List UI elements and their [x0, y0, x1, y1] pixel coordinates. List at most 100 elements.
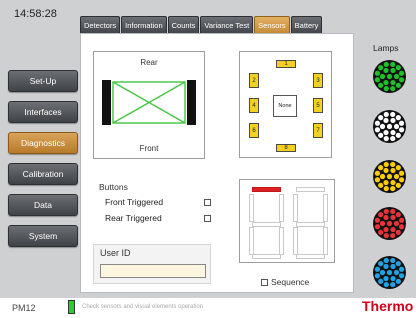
led-dot [398, 177, 405, 183]
led-dot [398, 217, 405, 223]
lamp-green[interactable] [373, 60, 406, 93]
segment-d-digit-2 [296, 254, 325, 259]
lamp-3[interactable]: 3 [313, 73, 323, 88]
led-dot [390, 185, 396, 192]
led-dot [390, 275, 396, 282]
led-dot [383, 61, 389, 68]
seven-segment-display [239, 179, 335, 263]
led-dot [378, 82, 384, 88]
led-dot [383, 111, 389, 118]
led-dot [398, 127, 405, 133]
led-dot [390, 79, 396, 86]
segment-f-digit-1 [249, 194, 254, 222]
led-dot [383, 257, 389, 264]
led-dot [395, 82, 401, 88]
lamp-none[interactable]: None [273, 95, 297, 117]
led-dot [390, 257, 396, 264]
lamp-yellow[interactable] [373, 160, 406, 193]
front-triggered-checkbox[interactable] [204, 199, 211, 206]
led-dot [390, 129, 396, 136]
user-id-group: User ID [93, 244, 211, 284]
sidebar-item-setup[interactable]: Set-Up [8, 70, 78, 92]
lamp-grid: 1 2 3 4 None 5 6 7 8 [239, 51, 332, 158]
led-dot [393, 73, 400, 80]
segment-f-digit-2 [293, 194, 298, 222]
led-dot [374, 224, 381, 230]
sidebar-item-calibration[interactable]: Calibration [8, 163, 78, 185]
led-dot [379, 173, 386, 180]
sequence-control[interactable]: Sequence [261, 277, 309, 287]
app-screen: 14:58:28 Set-Up Interfaces Diagnostics C… [0, 0, 416, 318]
tab-sensors[interactable]: Sensors [254, 16, 290, 34]
lamp-blue[interactable] [373, 256, 406, 289]
segment-c-digit-1 [279, 227, 284, 255]
led-dot [374, 177, 381, 183]
lamp-1[interactable]: 1 [276, 60, 296, 68]
segment-e-digit-2 [293, 227, 298, 255]
sensors-panel: Rear Front 1 2 3 4 None 5 6 7 8 Buttons … [80, 33, 354, 293]
sensor-beam-diagram [112, 81, 186, 124]
led-dot [390, 208, 396, 215]
front-sensor-bar [187, 80, 196, 125]
segment-g-digit-2 [296, 222, 325, 227]
lamp-white-dots [374, 111, 405, 142]
segment-b-digit-2 [323, 194, 328, 222]
led-dot [374, 77, 381, 83]
led-dot [383, 275, 389, 282]
led-dot [398, 273, 405, 279]
sidebar-item-data[interactable]: Data [8, 194, 78, 216]
led-dot [383, 185, 389, 192]
sidebar-item-interfaces[interactable]: Interfaces [8, 101, 78, 123]
rear-triggered-checkbox[interactable] [204, 215, 211, 222]
lamp-4[interactable]: 4 [249, 98, 259, 113]
lamp-red[interactable] [373, 207, 406, 240]
led-dot [390, 161, 396, 168]
led-dot [383, 85, 389, 92]
sequence-checkbox[interactable] [261, 279, 268, 286]
led-dot [390, 117, 396, 124]
led-dot [395, 115, 401, 121]
led-dot [395, 229, 401, 235]
user-id-label: User ID [100, 248, 131, 258]
led-dot [378, 212, 384, 218]
tab-battery[interactable]: Battery [290, 16, 323, 34]
segment-g-digit-1 [252, 222, 281, 227]
led-dot [374, 70, 381, 76]
led-dot [374, 127, 381, 133]
led-dot [390, 232, 396, 239]
model-label: PM12 [12, 303, 36, 313]
led-dot [383, 263, 389, 270]
led-dot [390, 111, 396, 118]
led-dot [393, 220, 400, 227]
sequence-label: Sequence [271, 277, 310, 287]
led-dot [390, 135, 396, 142]
clock: 14:58:28 [14, 8, 57, 20]
led-dot [398, 120, 405, 126]
tab-variance-test[interactable]: Variance Test [200, 16, 254, 34]
lamp-8[interactable]: 8 [276, 144, 296, 152]
lamp-7[interactable]: 7 [313, 123, 323, 138]
user-id-input[interactable] [100, 264, 206, 278]
sidebar-item-diagnostics[interactable]: Diagnostics [8, 132, 78, 154]
segment-a-digit-2 [296, 187, 325, 192]
led-dot [374, 170, 381, 176]
segment-a-digit-1 [252, 187, 281, 192]
lamp-2[interactable]: 2 [249, 73, 259, 88]
lamp-white[interactable] [373, 110, 406, 143]
led-dot [383, 161, 389, 168]
segment-e-digit-1 [249, 227, 254, 255]
tab-detectors[interactable]: Detectors [80, 16, 121, 34]
lamp-5[interactable]: 5 [313, 98, 323, 113]
led-dot [374, 273, 381, 279]
buttons-group-title: Buttons [99, 182, 128, 192]
lamp-6[interactable]: 6 [249, 123, 259, 138]
led-dot [393, 269, 400, 276]
segment-b-digit-1 [279, 194, 284, 222]
led-dot [390, 214, 396, 221]
led-dot [378, 115, 384, 121]
led-dot [378, 229, 384, 235]
sidebar-item-system[interactable]: System [8, 225, 78, 247]
lamp-yellow-dots [374, 161, 405, 192]
tab-information[interactable]: Information [121, 16, 167, 34]
tab-counts[interactable]: Counts [167, 16, 200, 34]
